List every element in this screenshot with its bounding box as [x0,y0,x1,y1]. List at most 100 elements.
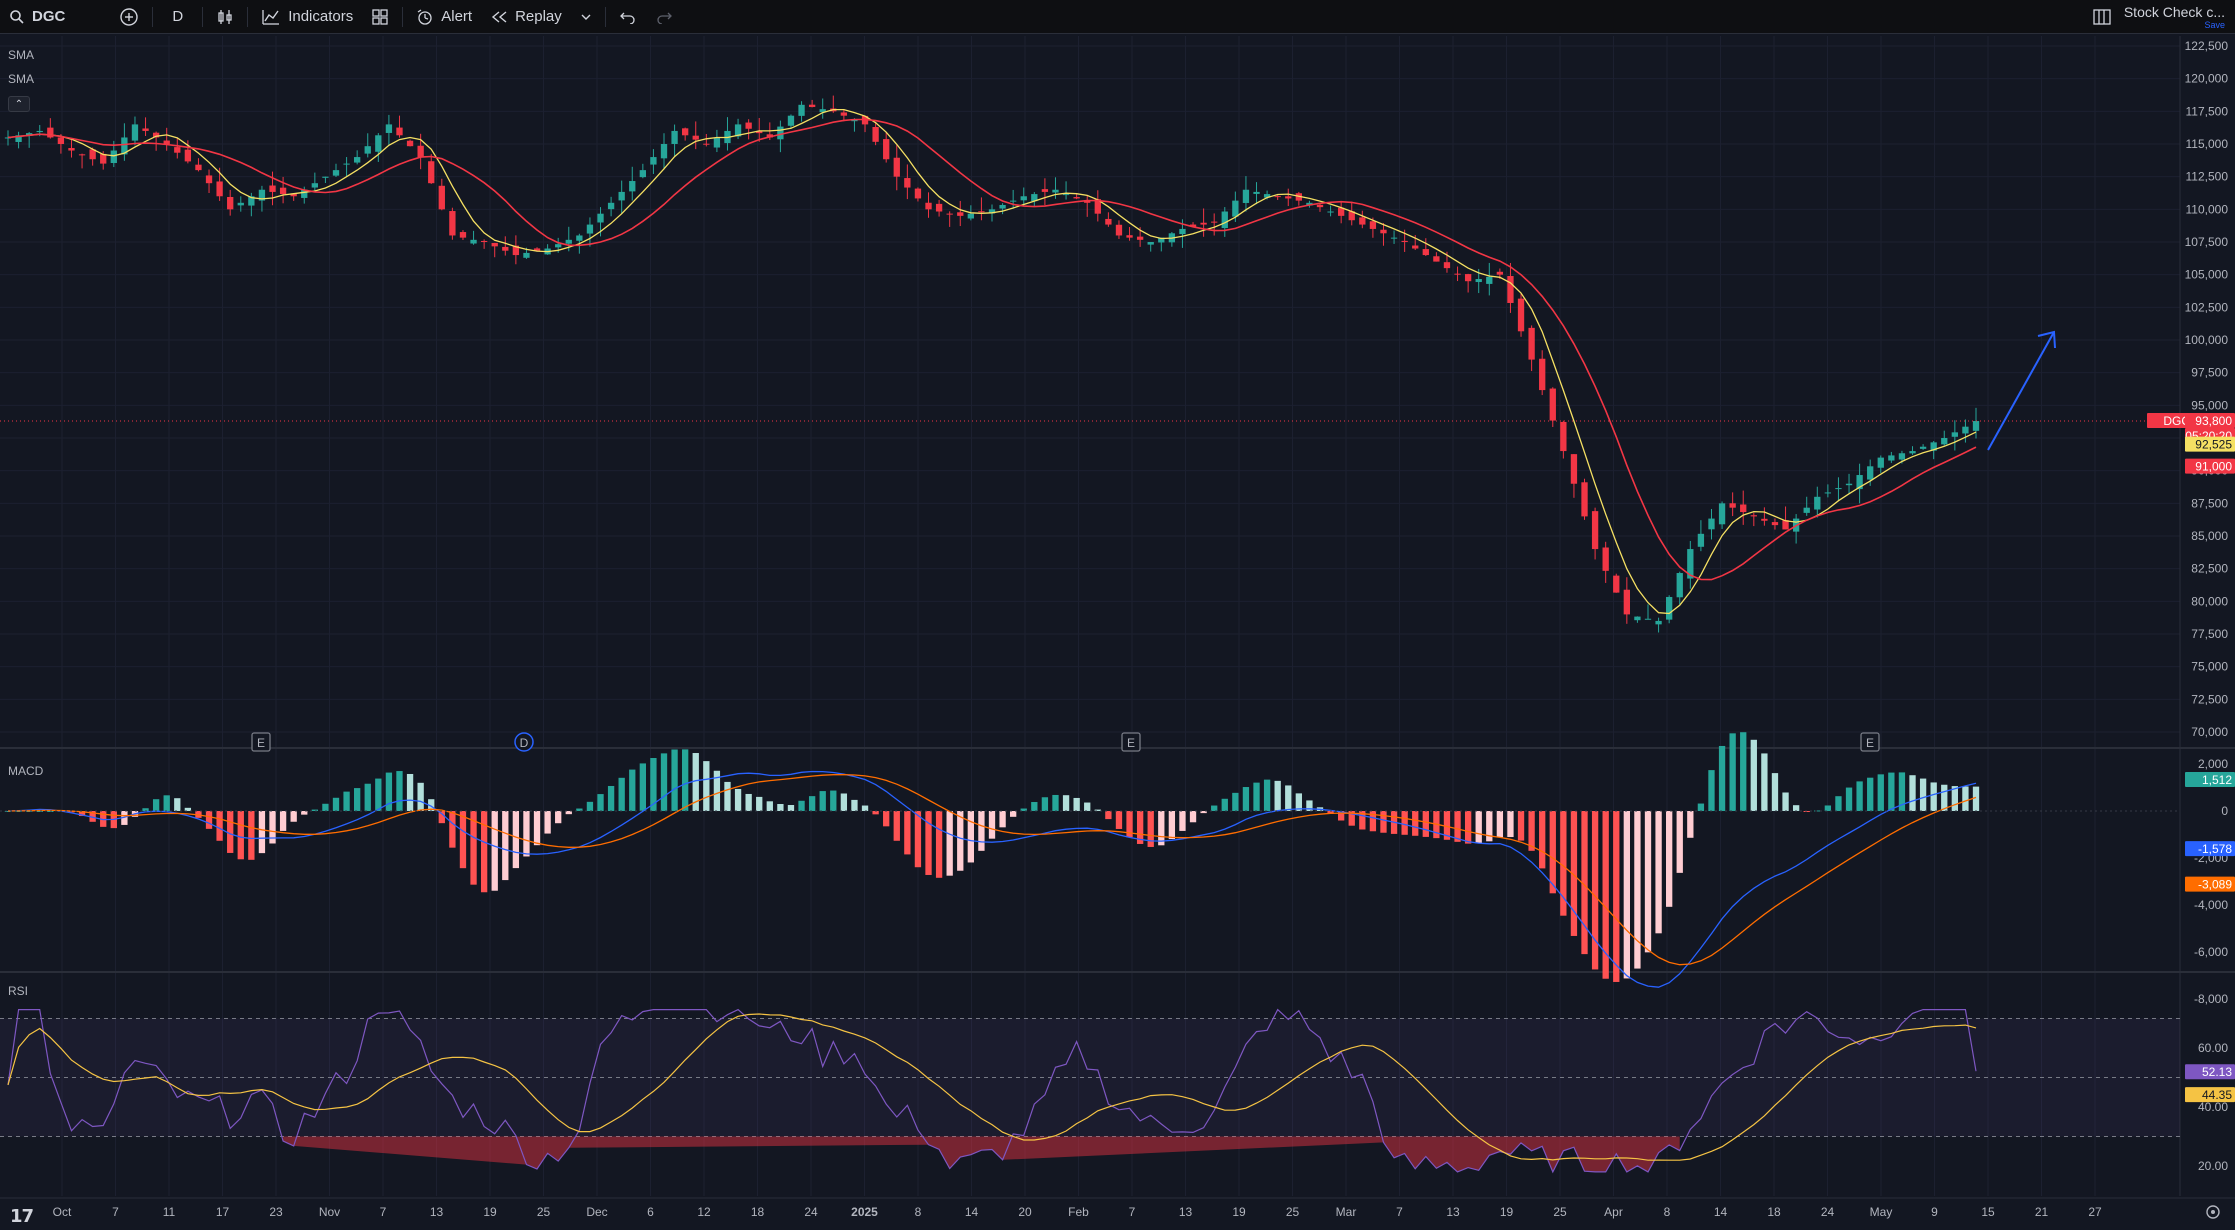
macd-histogram-bar [1539,811,1546,869]
candle-body [449,211,456,236]
candle-body [1539,358,1546,391]
macd-histogram-bar [819,791,826,811]
candle-body [1581,482,1588,517]
macd-histogram-bar [1285,785,1292,811]
macd-histogram-bar [967,811,974,863]
candle-body [1909,451,1916,454]
macd-histogram-bar [216,811,223,841]
alert-button[interactable]: Alert [407,0,481,34]
candle-body [428,161,435,184]
macd-histogram-bar [787,805,795,811]
candle-body [1962,426,1969,434]
macd-histogram-bar [1613,811,1620,982]
sma-slow-badge: 91,000 [2185,458,2235,474]
macd-signal-badge-text: -3,089 [2198,878,2232,892]
sma-legend-1[interactable]: SMA [8,48,34,62]
candle-body [406,140,414,147]
time-tick-label: Feb [1068,1205,1089,1219]
chart-canvas[interactable]: E D E E122,500120,000117,500115,000112,5001… [0,36,2235,1230]
rsi-legend[interactable]: RSI [8,984,28,998]
price-tick-label: 107,500 [2185,235,2229,249]
price-tick-label: 87,500 [2191,496,2228,510]
redo-button[interactable] [646,0,682,34]
replay-dropdown[interactable] [571,0,601,34]
interval-button[interactable]: D [157,0,198,34]
event-marker-earnings: E [1860,732,1880,752]
candle-body [110,150,117,164]
macd-histogram-bar [1877,774,1884,811]
tradingview-logo[interactable]: 17 [10,1206,34,1227]
layout-name-button[interactable]: Stock Check c... Save [2124,5,2225,30]
macd-histogram-bar [734,788,742,811]
time-tick-label: Oct [53,1205,72,1219]
time-tick-label: 8 [1664,1205,1671,1219]
macd-histogram-bar [449,811,456,848]
candle-body [354,157,361,163]
macd-histogram-bar [163,795,170,811]
candle-body [1771,522,1779,526]
candle-body [1644,618,1652,620]
macd-histogram-bar [808,796,816,811]
undo-button[interactable] [610,0,646,34]
macd-hist-badge-text: 1,512 [2202,773,2232,787]
candle-body [227,196,234,210]
candle-body [1179,228,1186,235]
macd-histogram-bar [1919,778,1927,811]
collapse-legend-button[interactable]: ⌃ [8,96,30,112]
time-tick-label: 7 [1129,1205,1136,1219]
candle-body [1888,455,1895,461]
candle-body [872,126,879,142]
macd-histogram-bar [1761,753,1768,811]
price-tick-label: 77,500 [2191,627,2228,641]
macd-histogram-bar [1634,811,1641,969]
layout-save-status: Save [2204,19,2225,30]
candle-body [1443,262,1451,269]
compare-symbol-button[interactable] [110,0,148,34]
macd-histogram-bar [1232,792,1239,811]
macd-histogram-bar [1211,805,1218,811]
time-tick-label: 15 [1981,1205,1995,1219]
macd-histogram-bar [1856,781,1863,811]
candle-body [174,147,181,153]
sma-legend-2[interactable]: SMA [8,72,34,86]
macd-legend[interactable]: MACD [8,764,43,778]
macd-histogram-bar [830,790,837,811]
candle-body [1147,242,1154,245]
replay-button[interactable]: Replay [481,0,571,34]
chevron-down-icon [580,12,592,22]
chart-type-button[interactable] [207,0,243,34]
macd-histogram-bar [1454,811,1461,842]
candle-body [1475,279,1482,283]
macd-histogram-bar [999,811,1006,828]
layout-panels-icon[interactable] [2092,8,2112,26]
macd-histogram-bar [1507,811,1514,838]
time-tick-label: 20 [1018,1205,1032,1219]
macd-histogram-bar [1115,811,1123,829]
candle-body [1941,438,1948,445]
chart-settings-gear-icon[interactable] [2206,1205,2220,1219]
undo-icon [619,10,637,24]
time-tick-label: 19 [483,1205,497,1219]
sma-slow-line [7,118,1977,581]
macd-histogram-bar [364,783,371,811]
candles [4,95,1980,633]
templates-button[interactable] [362,0,398,34]
symbol-search[interactable]: DGC [0,0,74,34]
candle-body [1972,421,1980,431]
candle-body [999,204,1006,209]
chart-area[interactable]: E D E E 122,500 120,000 117,500 115,000 112,500 1… [0,36,2235,1230]
macd-histogram-bar [1263,779,1271,811]
time-tick-label: 7 [112,1205,119,1219]
macd-histogram-bar [301,811,308,815]
macd-histogram-bar [883,811,890,827]
event-marker-earnings: E [251,732,271,752]
macd-pane [0,732,2180,988]
macd-histogram-bar [396,771,403,811]
indicators-button[interactable]: Indicators [252,0,362,34]
macd-histogram-bar [1168,811,1176,840]
macd-histogram-bar [914,811,922,868]
candle-body [1951,432,1958,437]
candle-body [787,115,795,126]
macd-histogram-bar [174,798,181,811]
candle-body [1052,189,1059,193]
